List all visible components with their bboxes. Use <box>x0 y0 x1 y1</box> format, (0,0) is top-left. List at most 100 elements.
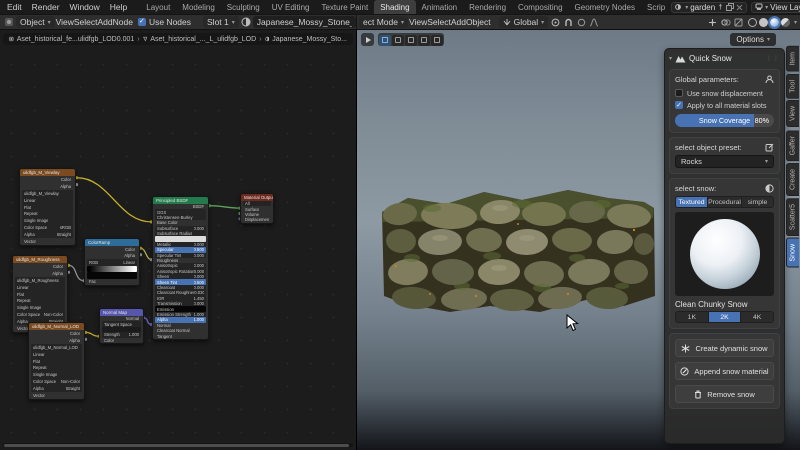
node-row[interactable]: Single Image <box>31 371 82 379</box>
panel-header[interactable]: ▾ Quick Snow ⋮⋮ <box>669 52 780 65</box>
overlays-icon[interactable] <box>720 16 732 28</box>
sidebar-tab[interactable]: Gaffer <box>786 129 799 161</box>
mode-dropdown[interactable]: ect Mode ▾ <box>359 16 408 28</box>
menu-item[interactable]: Object <box>466 17 491 27</box>
view-layer-name[interactable]: View Layer <box>770 3 800 12</box>
resolution-tab[interactable]: 1K <box>676 312 709 322</box>
node-row[interactable]: Linear <box>15 283 65 291</box>
node-row[interactable]: Color Space Non-Color <box>15 311 65 319</box>
select-mode-invert-button[interactable] <box>418 34 430 46</box>
workspace-tab[interactable]: Compositing <box>512 0 568 14</box>
node-row[interactable] <box>155 236 206 242</box>
node-row[interactable]: Tangent <box>155 333 206 339</box>
node-row[interactable]: Color <box>22 176 73 183</box>
select-mode-new-button[interactable] <box>379 34 391 46</box>
node-row[interactable]: RGB Linear <box>87 259 137 266</box>
menu-item[interactable]: Add <box>98 17 113 27</box>
node-row[interactable]: Color <box>102 338 141 343</box>
workspace-tab[interactable]: Texture Paint <box>315 0 374 14</box>
node-row[interactable]: Specular 0.500 <box>155 247 206 253</box>
node-row[interactable]: Repeat <box>22 210 73 218</box>
node-row[interactable]: ulidfgb_M_Roughness <box>15 276 65 284</box>
menu-item[interactable]: Render <box>27 0 65 14</box>
node-row[interactable]: Color Space sRGB <box>22 224 73 232</box>
node-material-output[interactable]: Material Output All Surface Volume Displace… <box>240 193 274 224</box>
select-mode-subtract-button[interactable] <box>405 34 417 46</box>
node-row[interactable]: Specular Tint 0.000 <box>155 252 206 258</box>
chevron-down-icon[interactable]: ▾ <box>794 19 797 26</box>
shading-material-icon[interactable] <box>767 15 781 29</box>
horizontal-scrollbar[interactable] <box>3 443 353 447</box>
material-name-field[interactable]: Japanese_Mossy_Stone_u <box>252 16 356 28</box>
node-row[interactable]: Color <box>15 263 65 270</box>
snow-coverage-slider[interactable]: Snow Coverage 80% <box>675 114 774 127</box>
xray-icon[interactable] <box>733 16 745 28</box>
node-row[interactable]: AlphaStraight <box>22 231 73 239</box>
stone-wall-object[interactable] <box>372 178 662 328</box>
sidebar-tab[interactable]: Tool <box>786 73 799 99</box>
menu-item[interactable]: Help <box>105 0 132 14</box>
node-row[interactable]: Vector <box>22 238 73 245</box>
workspace-tab[interactable]: Geometry Nodes <box>569 0 641 14</box>
menu-item[interactable]: Window <box>65 0 105 14</box>
resolution-tab[interactable]: 4K <box>741 312 773 322</box>
menu-item[interactable]: Edit <box>2 0 27 14</box>
workspace-tab[interactable]: Shading <box>374 0 416 14</box>
gizmo-icon[interactable] <box>707 16 719 28</box>
snow-type-tab[interactable]: Textured <box>676 197 709 207</box>
node-principled-bsdf[interactable]: Principled BSDF BSDF GGX Christensen-Burle… <box>152 196 209 340</box>
node-row[interactable]: Alpha 1.000 <box>155 317 206 323</box>
new-copy-icon[interactable] <box>726 3 735 11</box>
menu-item[interactable]: Add <box>451 17 466 27</box>
node-row[interactable]: Emission Strength 1.000 <box>155 311 206 318</box>
workspace-tab[interactable]: Layout <box>140 0 176 14</box>
close-icon[interactable] <box>736 4 743 11</box>
drag-grip-icon[interactable]: ⋮⋮ <box>766 55 780 62</box>
resolution-tab[interactable]: 2K <box>708 312 742 322</box>
menu-item[interactable]: Node <box>113 17 133 27</box>
node-row[interactable]: Repeat <box>31 364 82 372</box>
node-row[interactable]: Repeat <box>15 297 65 305</box>
node-row[interactable]: Fac <box>87 279 137 286</box>
shading-solid-icon[interactable] <box>758 17 768 27</box>
menu-item[interactable]: View <box>409 17 427 27</box>
scene-name[interactable]: garden <box>690 3 715 12</box>
user-preset-icon[interactable] <box>765 75 774 84</box>
node-row[interactable]: Single Image <box>22 217 73 225</box>
node-row[interactable]: Flat <box>15 290 65 298</box>
proportional-editing-icon[interactable] <box>575 16 587 28</box>
node-normal-map[interactable]: Normal Map Normal Tangent Space Strength 1.… <box>99 308 144 344</box>
node-row[interactable]: AlphaStraight <box>31 385 82 393</box>
workspace-tab[interactable]: Sculpting <box>221 0 266 14</box>
node-row[interactable]: Vector <box>31 392 82 399</box>
checkbox-unchecked-icon[interactable] <box>675 89 683 97</box>
node-row[interactable]: Alpha <box>15 270 65 277</box>
sidebar-tab[interactable]: Item <box>786 46 799 72</box>
shading-rendered-icon[interactable] <box>780 17 790 27</box>
node-row[interactable]: Transmission 0.000 <box>155 301 206 307</box>
editor-type-icon[interactable] <box>3 16 15 28</box>
shading-wireframe-icon[interactable] <box>747 17 757 27</box>
node-header[interactable]: Normal Map <box>100 309 143 316</box>
workspace-tab[interactable]: Rendering <box>463 0 512 14</box>
menu-item[interactable]: Select <box>427 17 451 27</box>
node-row[interactable]: Flat <box>22 203 73 211</box>
falloff-dropdown[interactable] <box>588 16 600 28</box>
apply-all-slots-row[interactable]: ✓ Apply to all material slots <box>675 99 774 111</box>
snap-magnet-icon[interactable] <box>562 16 574 28</box>
node-row[interactable] <box>87 272 137 279</box>
menu-item[interactable]: View <box>56 17 74 27</box>
node-row[interactable]: Single Image <box>15 304 65 312</box>
workspace-tab[interactable]: Modeling <box>176 0 220 14</box>
shader-type-dropdown[interactable]: Object ▾ <box>16 16 55 28</box>
sidebar-tab[interactable]: Create <box>786 162 799 196</box>
node-row[interactable]: ulidfgb_M_Viewlay <box>22 189 73 197</box>
node-row[interactable]: Strength 1.000 <box>102 332 141 338</box>
node-row[interactable]: Surface <box>243 206 271 212</box>
matcap-sphere-icon[interactable] <box>765 184 774 193</box>
node-row[interactable]: Alpha <box>31 337 82 344</box>
node-header[interactable]: ulidfgb_M_Normal_LOD <box>29 323 84 330</box>
node-header[interactable]: Material Output <box>241 194 273 201</box>
scene-selector[interactable]: ▾ garden <box>671 1 748 13</box>
create-dynamic-snow-button[interactable]: Create dynamic snow <box>675 339 774 357</box>
